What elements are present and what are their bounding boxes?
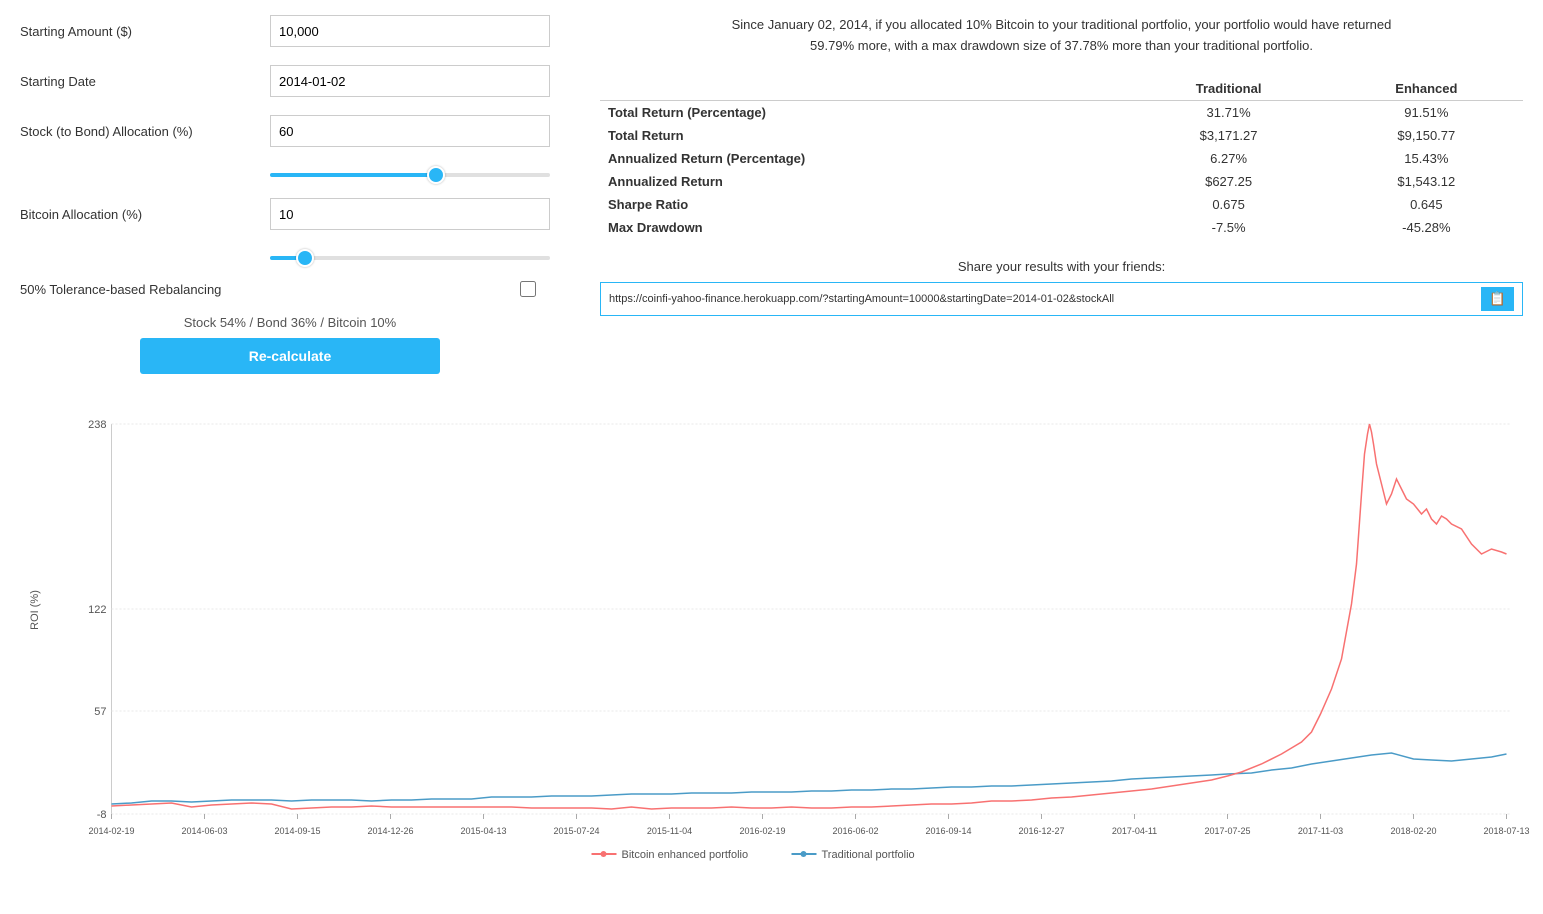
svg-text:2016-09-14: 2016-09-14 <box>925 826 971 836</box>
result-traditional: 0.675 <box>1127 193 1329 216</box>
svg-text:57: 57 <box>94 706 106 718</box>
result-label: Sharpe Ratio <box>600 193 1127 216</box>
bitcoin-line <box>112 424 1507 809</box>
bitcoin-row: Bitcoin Allocation (%) <box>20 198 560 230</box>
result-label: Annualized Return <box>600 170 1127 193</box>
result-traditional: $3,171.27 <box>1127 124 1329 147</box>
result-enhanced: $9,150.77 <box>1330 124 1523 147</box>
results-row: Total Return (Percentage) 31.71% 91.51% <box>600 100 1523 124</box>
starting-amount-label: Starting Amount ($) <box>20 24 270 39</box>
copy-button[interactable]: 📋 <box>1481 287 1514 311</box>
starting-date-label: Starting Date <box>20 74 270 89</box>
svg-text:2016-02-19: 2016-02-19 <box>739 826 785 836</box>
result-enhanced: 15.43% <box>1330 147 1523 170</box>
allocation-text: Stock 54% / Bond 36% / Bitcoin 10% <box>20 315 560 330</box>
col-enhanced: Enhanced <box>1330 77 1523 101</box>
result-traditional: 6.27% <box>1127 147 1329 170</box>
starting-amount-input[interactable] <box>270 15 550 47</box>
result-traditional: $627.25 <box>1127 170 1329 193</box>
results-row: Annualized Return (Percentage) 6.27% 15.… <box>600 147 1523 170</box>
stock-bond-slider[interactable] <box>270 173 550 177</box>
results-row: Annualized Return $627.25 $1,543.12 <box>600 170 1523 193</box>
stock-bond-row: Stock (to Bond) Allocation (%) <box>20 115 560 147</box>
y-axis-label: ROI (%) <box>29 590 41 630</box>
col-metric <box>600 77 1127 101</box>
share-url-text: https://coinfi-yahoo-finance.herokuapp.c… <box>609 293 1473 305</box>
svg-text:2016-12-27: 2016-12-27 <box>1018 826 1064 836</box>
results-row: Max Drawdown -7.5% -45.28% <box>600 216 1523 239</box>
svg-text:2017-04-11: 2017-04-11 <box>1112 826 1157 836</box>
svg-text:122: 122 <box>88 604 106 616</box>
bitcoin-slider-container <box>270 248 550 263</box>
results-row: Total Return $3,171.27 $9,150.77 <box>600 124 1523 147</box>
result-label: Total Return <box>600 124 1127 147</box>
bitcoin-label: Bitcoin Allocation (%) <box>20 207 270 222</box>
col-traditional: Traditional <box>1127 77 1329 101</box>
result-label: Max Drawdown <box>600 216 1127 239</box>
chart-section: ROI (%) 238 122 57 -8 <box>0 404 1543 904</box>
result-enhanced: 0.645 <box>1330 193 1523 216</box>
svg-text:2018-07-13: 2018-07-13 <box>1483 826 1529 836</box>
svg-text:Bitcoin enhanced portfolio: Bitcoin enhanced portfolio <box>622 849 749 861</box>
svg-text:2016-06-02: 2016-06-02 <box>832 826 878 836</box>
starting-date-row: Starting Date <box>20 65 560 97</box>
results-table: Traditional Enhanced Total Return (Perce… <box>600 77 1523 239</box>
results-row: Sharpe Ratio 0.675 0.645 <box>600 193 1523 216</box>
svg-text:Traditional portfolio: Traditional portfolio <box>822 849 915 861</box>
main-chart-svg: 238 122 57 -8 2014-02-19 2014-06-03 2014… <box>50 404 1533 864</box>
rebalancing-row: 50% Tolerance-based Rebalancing <box>20 281 560 297</box>
share-url-row: https://coinfi-yahoo-finance.herokuapp.c… <box>600 282 1523 316</box>
result-enhanced: 91.51% <box>1330 100 1523 124</box>
svg-text:2015-04-13: 2015-04-13 <box>460 826 506 836</box>
svg-text:2018-02-20: 2018-02-20 <box>1390 826 1436 836</box>
bitcoin-slider[interactable] <box>270 256 550 260</box>
svg-text:2015-07-24: 2015-07-24 <box>553 826 599 836</box>
chart-container: ROI (%) 238 122 57 -8 <box>50 404 1533 884</box>
result-traditional: -7.5% <box>1127 216 1329 239</box>
svg-text:2017-11-03: 2017-11-03 <box>1298 826 1343 836</box>
result-label: Total Return (Percentage) <box>600 100 1127 124</box>
bitcoin-input[interactable] <box>270 198 550 230</box>
starting-amount-row: Starting Amount ($) <box>20 15 560 47</box>
svg-text:2015-11-04: 2015-11-04 <box>647 826 692 836</box>
svg-text:2014-02-19: 2014-02-19 <box>88 826 134 836</box>
results-panel: Since January 02, 2014, if you allocated… <box>580 0 1543 404</box>
result-label: Annualized Return (Percentage) <box>600 147 1127 170</box>
recalculate-button[interactable]: Re-calculate <box>140 338 440 374</box>
result-enhanced: -45.28% <box>1330 216 1523 239</box>
stock-bond-slider-container <box>270 165 550 180</box>
starting-date-input[interactable] <box>270 65 550 97</box>
result-traditional: 31.71% <box>1127 100 1329 124</box>
rebalancing-label: 50% Tolerance-based Rebalancing <box>20 282 520 297</box>
svg-text:2017-07-25: 2017-07-25 <box>1204 826 1250 836</box>
svg-text:2014-12-26: 2014-12-26 <box>367 826 413 836</box>
result-enhanced: $1,543.12 <box>1330 170 1523 193</box>
stock-bond-label: Stock (to Bond) Allocation (%) <box>20 124 270 139</box>
svg-text:238: 238 <box>88 419 106 431</box>
stock-bond-input[interactable] <box>270 115 550 147</box>
svg-text:2014-06-03: 2014-06-03 <box>181 826 227 836</box>
svg-text:-8: -8 <box>97 809 107 821</box>
svg-text:2014-09-15: 2014-09-15 <box>274 826 320 836</box>
traditional-line <box>112 753 1507 804</box>
rebalancing-checkbox[interactable] <box>520 281 536 297</box>
share-label: Share your results with your friends: <box>600 259 1523 274</box>
copy-icon: 📋 <box>1489 291 1506 306</box>
form-panel: Starting Amount ($) Starting Date Stock … <box>0 0 580 404</box>
summary-text: Since January 02, 2014, if you allocated… <box>722 15 1402 57</box>
